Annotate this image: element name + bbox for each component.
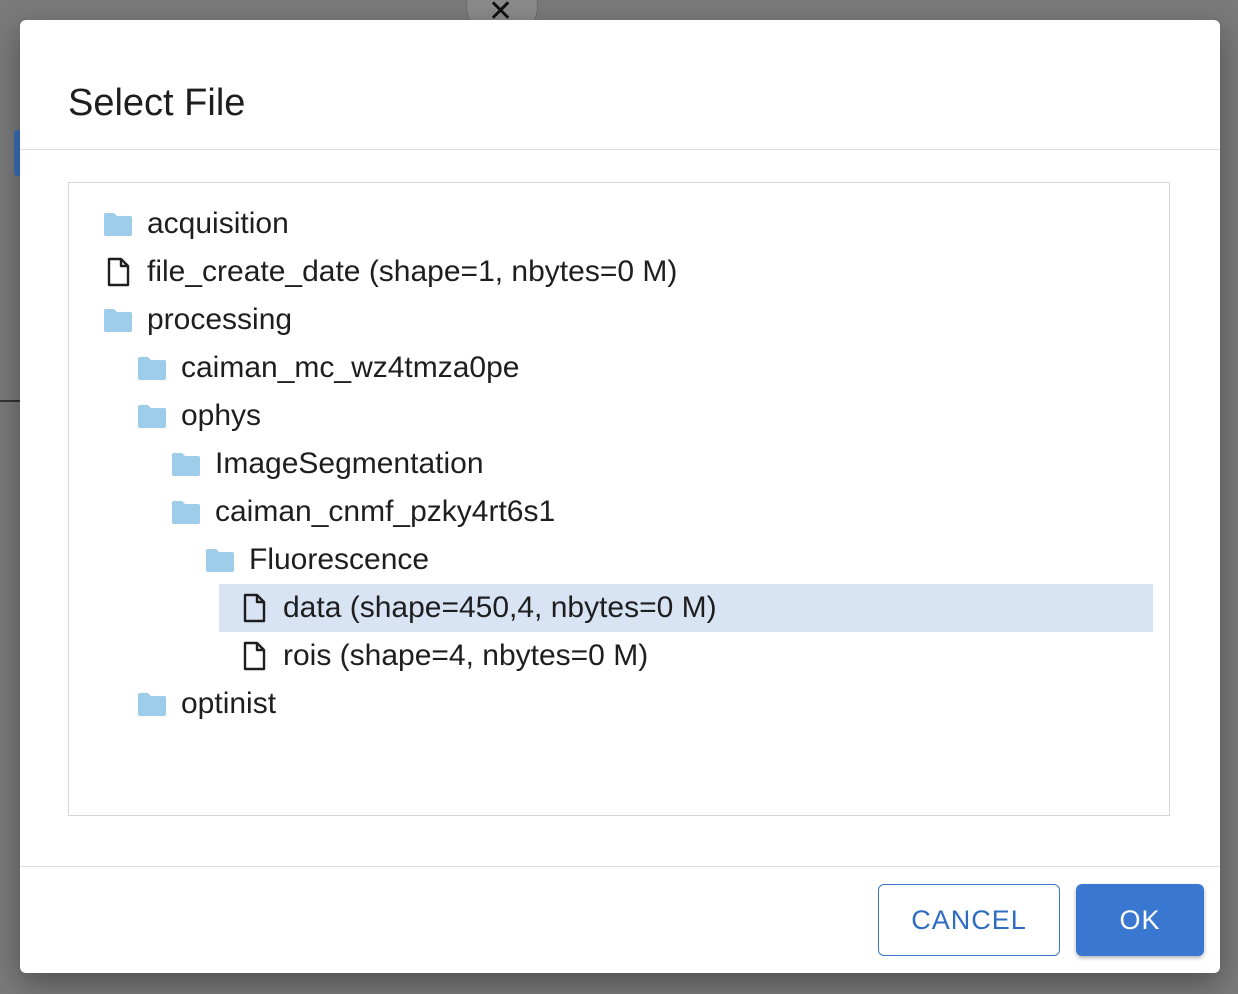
background-divider <box>0 400 20 402</box>
file-icon <box>237 639 271 673</box>
divider <box>20 149 1220 150</box>
tree-file-item[interactable]: data (shape=450,4, nbytes=0 M) <box>219 584 1153 632</box>
folder-icon <box>101 303 135 337</box>
folder-icon <box>169 495 203 529</box>
tree-item-label: ImageSegmentation <box>215 447 484 480</box>
tree-file-item[interactable]: rois (shape=4, nbytes=0 M) <box>69 632 1153 680</box>
tree-item-label: rois (shape=4, nbytes=0 M) <box>283 639 649 672</box>
tree-folder-item[interactable]: caiman_cnmf_pzky4rt6s1 <box>69 488 1153 536</box>
folder-icon <box>135 351 169 385</box>
tree-file-item[interactable]: file_create_date (shape=1, nbytes=0 M) <box>69 248 1153 296</box>
tree-item-label: caiman_mc_wz4tmza0pe <box>181 351 520 384</box>
tree-item-label: data (shape=450,4, nbytes=0 M) <box>283 591 717 624</box>
tree-folder-item[interactable]: caiman_mc_wz4tmza0pe <box>69 344 1153 392</box>
tree-folder-item[interactable]: Fluorescence <box>69 536 1153 584</box>
select-file-dialog: Select File acquisition file_create_date … <box>20 20 1220 973</box>
tree-folder-item[interactable]: optinist <box>69 680 1153 728</box>
folder-icon <box>135 687 169 721</box>
cancel-button[interactable]: CANCEL <box>878 884 1060 956</box>
tree-item-label: acquisition <box>147 207 289 240</box>
folder-icon <box>203 543 237 577</box>
divider <box>20 866 1220 867</box>
folder-icon <box>101 207 135 241</box>
tree-folder-item[interactable]: ImageSegmentation <box>69 440 1153 488</box>
tree-item-label: caiman_cnmf_pzky4rt6s1 <box>215 495 556 528</box>
file-icon <box>101 255 135 289</box>
tree-item-label: Fluorescence <box>249 543 430 576</box>
dialog-title: Select File <box>68 82 246 124</box>
ok-button[interactable]: OK <box>1076 884 1204 956</box>
tree-folder-item[interactable]: ophys <box>69 392 1153 440</box>
file-icon <box>237 591 271 625</box>
file-tree: acquisition file_create_date (shape=1, nb… <box>68 182 1170 816</box>
tree-folder-item[interactable]: processing <box>69 296 1153 344</box>
folder-icon <box>169 447 203 481</box>
tree-item-label: processing <box>147 303 293 336</box>
tree-item-label: ophys <box>181 399 262 432</box>
tree-folder-item[interactable]: acquisition <box>69 200 1153 248</box>
tree-item-label: optinist <box>181 687 277 720</box>
tree-item-label: file_create_date (shape=1, nbytes=0 M) <box>147 255 678 288</box>
folder-icon <box>135 399 169 433</box>
